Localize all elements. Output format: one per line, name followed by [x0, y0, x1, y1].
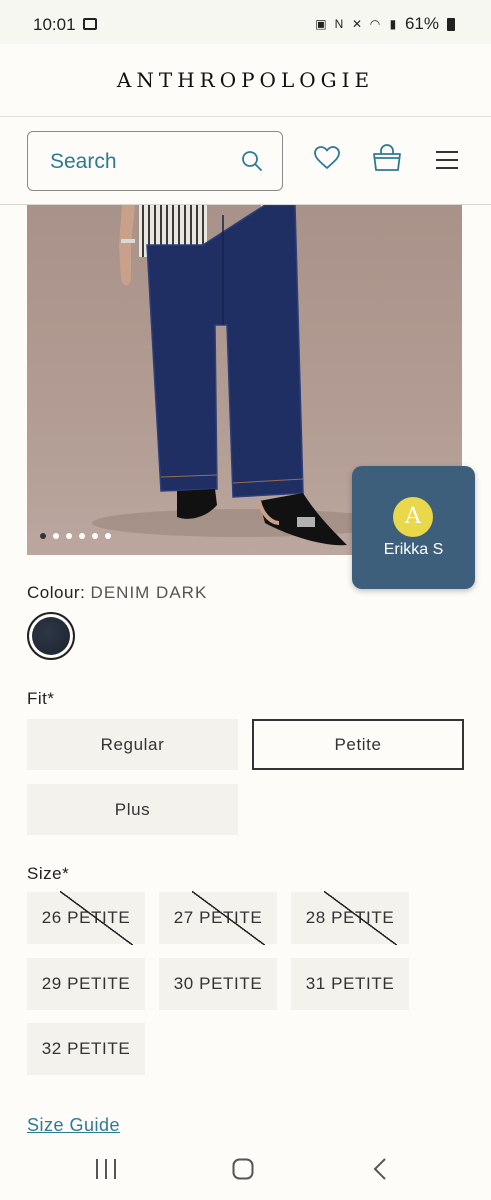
chat-agent-avatar: A	[393, 497, 433, 537]
battery-percent: 61%	[404, 14, 439, 33]
carousel-dot[interactable]	[79, 533, 85, 539]
shopping-bag-icon[interactable]	[372, 143, 402, 173]
recent-apps-icon[interactable]	[94, 1158, 118, 1180]
status-bar: 10:01 ▣ N ✕ ◠ ▮ 61%	[0, 0, 491, 44]
colour-swatch-selected[interactable]	[27, 612, 75, 660]
search-row	[0, 117, 491, 205]
brand-header: ANTHROPOLOGIE	[0, 44, 491, 117]
home-icon[interactable]	[232, 1158, 254, 1180]
carousel-dot[interactable]	[40, 533, 46, 539]
status-time: 10:01	[33, 15, 76, 34]
size-option-28-petite-unavailable[interactable]: 28 PETITE	[291, 891, 409, 945]
size-label: Size*	[27, 864, 70, 883]
wishlist-heart-icon[interactable]	[313, 145, 341, 171]
nfc-icon: N	[334, 17, 344, 31]
battery-icon	[447, 17, 455, 31]
colour-value: DENIM DARK	[90, 583, 208, 602]
sim-icon: ▣	[315, 17, 327, 31]
gallery-notification-icon	[83, 18, 97, 30]
size-option-32-petite[interactable]: 32 PETITE	[27, 1023, 145, 1075]
fit-option-plus[interactable]: Plus	[27, 784, 238, 835]
mute-icon: ✕	[351, 17, 362, 31]
fit-option-regular[interactable]: Regular	[27, 719, 238, 770]
size-option-29-petite[interactable]: 29 PETITE	[27, 958, 145, 1010]
carousel-dot[interactable]	[105, 533, 111, 539]
brand-logo[interactable]: ANTHROPOLOGIE	[117, 68, 374, 92]
fit-option-petite[interactable]: Petite	[252, 719, 464, 770]
size-option-31-petite[interactable]: 31 PETITE	[291, 958, 409, 1010]
colour-label-text: Colour:	[27, 583, 86, 602]
chat-agent-widget[interactable]: A Erikka S	[352, 466, 475, 589]
android-nav-bar	[0, 1140, 491, 1200]
wifi-icon: ◠	[369, 17, 381, 31]
colour-label: Colour: DENIM DARK	[27, 583, 207, 603]
back-icon[interactable]	[372, 1158, 388, 1180]
colour-swatch-denim-dark[interactable]	[32, 617, 70, 655]
search-box[interactable]	[27, 131, 283, 191]
carousel-dot[interactable]	[66, 533, 72, 539]
chat-agent-name: Erikka S	[383, 541, 444, 558]
size-option-26-petite-unavailable[interactable]: 26 PETITE	[27, 891, 145, 945]
search-input[interactable]	[48, 147, 232, 177]
search-icon[interactable]	[240, 149, 264, 173]
size-option-30-petite[interactable]: 30 PETITE	[159, 958, 277, 1010]
carousel-dot[interactable]	[53, 533, 59, 539]
size-option-27-petite-unavailable[interactable]: 27 PETITE	[159, 891, 277, 945]
size-guide-link[interactable]: Size Guide	[27, 1115, 120, 1136]
image-carousel-dots[interactable]	[40, 533, 111, 539]
signal-icon: ▮	[389, 17, 397, 31]
status-icons: ▣ N ✕ ◠ ▮ 61%	[315, 14, 455, 34]
hamburger-menu-icon[interactable]	[435, 150, 459, 170]
fit-label: Fit*	[27, 689, 55, 708]
carousel-dot[interactable]	[92, 533, 98, 539]
